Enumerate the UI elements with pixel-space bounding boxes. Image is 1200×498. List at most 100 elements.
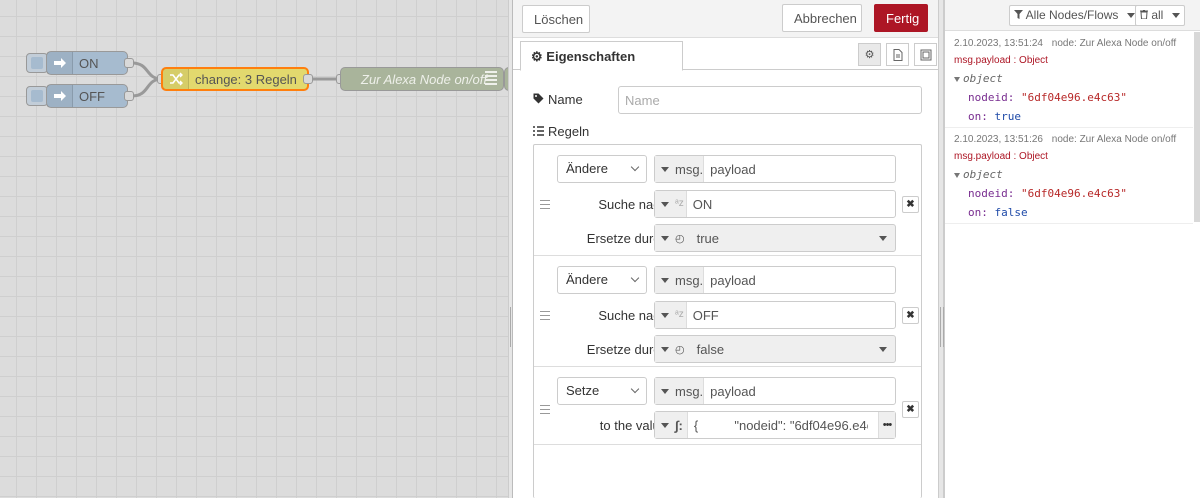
inject-node-on[interactable]: ON <box>46 51 128 75</box>
object-property: nodeid: "6df04e96.e4c63" <box>954 91 1193 104</box>
expand-editor-icon[interactable]: ••• <box>878 412 895 438</box>
string-type-icon: ᵃz <box>675 309 684 320</box>
object-header[interactable]: object <box>954 168 1193 181</box>
search-input[interactable]: ᵃz OFF <box>654 301 896 329</box>
chevron-down-icon <box>630 384 640 394</box>
clear-debug-button[interactable]: all <box>1135 5 1185 26</box>
remove-rule-button[interactable]: ✖ <box>902 307 919 324</box>
output-port[interactable] <box>124 91 134 101</box>
node-label: ON <box>79 55 99 71</box>
prop-key: on: <box>968 206 988 219</box>
replace-input[interactable]: ◴ false <box>654 335 896 363</box>
caret-down-icon <box>661 422 669 428</box>
chevron-down-icon <box>630 273 640 283</box>
trash-icon <box>1140 8 1151 22</box>
string-type-selector[interactable]: ᵃz <box>655 302 687 328</box>
debug-object: object nodeid: "6df04e96.e4c63" on: true <box>954 72 1193 123</box>
search-input[interactable]: ᵃz ON <box>654 190 896 218</box>
inject-off-button[interactable] <box>26 86 48 106</box>
drag-handle-icon[interactable] <box>540 311 550 320</box>
property-value: payload <box>710 161 756 177</box>
name-input[interactable] <box>618 86 922 114</box>
rules-list: Ändere msg. payload Suche nach ᵃz ON ✖ E… <box>533 144 922 498</box>
rule-action-select[interactable]: Ändere <box>557 155 647 183</box>
flow-canvas[interactable]: ON OFF change: 3 Regeln Zur Alexa Node o… <box>0 0 512 498</box>
drag-handle-icon[interactable] <box>540 200 550 209</box>
caret-down-icon <box>954 76 960 82</box>
appearance-tab-icon[interactable] <box>914 43 937 66</box>
msg-prefix: msg. <box>675 383 704 399</box>
value-input[interactable]: ∫: { "nodeid": "6df04e96.e4c63", ••• <box>654 411 896 439</box>
rule-property-input[interactable]: msg. payload <box>654 155 896 183</box>
edit-tray: Löschen Abbrechen Fertig ⚙ Eigenschaften… <box>512 0 938 498</box>
rule-property-input[interactable]: msg. payload <box>654 266 896 294</box>
debug-toolbar: Alle Nodes/Flows all <box>945 0 1200 31</box>
name-row: Name <box>533 92 583 107</box>
caret-down-icon <box>661 312 669 318</box>
debug-meta: 2.10.2023, 13:51:26 node: Zur Alexa Node… <box>954 134 1193 145</box>
type-selector[interactable]: msg. <box>655 267 705 293</box>
output-port[interactable] <box>303 74 313 84</box>
caret-down-icon <box>1126 13 1135 19</box>
debug-message[interactable]: 2.10.2023, 13:51:24 node: Zur Alexa Node… <box>945 32 1193 128</box>
rule-action-select[interactable]: Ändere <box>557 266 647 294</box>
debug-node-link[interactable]: node: Zur Alexa Node on/off <box>1052 134 1176 145</box>
prop-key: nodeid: <box>968 187 1015 200</box>
remove-rule-button[interactable]: ✖ <box>902 196 919 213</box>
tab-label: Eigenschaften <box>546 49 636 64</box>
chevron-down-icon <box>630 162 640 172</box>
tray-toolbar: Löschen Abbrechen Fertig <box>513 0 938 38</box>
rule-action-value: Ändere <box>566 161 608 176</box>
debug-node-link[interactable]: node: Zur Alexa Node on/off <box>1052 38 1176 49</box>
prop-value: false <box>994 206 1028 219</box>
debug-sidebar: Alle Nodes/Flows all 2.10.2023, 13:51:24… <box>944 0 1200 498</box>
type-selector[interactable]: msg. <box>655 378 705 404</box>
json-type-selector[interactable]: ∫: <box>655 412 688 438</box>
output-port[interactable] <box>124 58 134 68</box>
prop-key: nodeid: <box>968 91 1015 104</box>
property-value: payload <box>710 383 756 399</box>
caret-down-icon <box>661 346 669 352</box>
rule-action-value: Ändere <box>566 272 608 287</box>
delete-button[interactable]: Löschen <box>522 5 590 33</box>
node-label: change: 3 Regeln <box>195 71 297 87</box>
rule-item: Setze msg. payload to the value ∫: { "no… <box>534 367 921 445</box>
debug-message[interactable]: 2.10.2023, 13:51:26 node: Zur Alexa Node… <box>945 128 1193 224</box>
rule-property-input[interactable]: msg. payload <box>654 377 896 405</box>
boolean-type-selector[interactable]: ◴ <box>655 336 685 362</box>
inject-node-off[interactable]: OFF <box>46 84 128 108</box>
tray-tabs: ⚙ Eigenschaften ⚙ <box>513 40 938 71</box>
string-type-selector[interactable]: ᵃz <box>655 191 687 217</box>
done-button[interactable]: Fertig <box>874 4 928 32</box>
sidebar-scrollbar[interactable] <box>1194 32 1200 222</box>
rule-action-select[interactable]: Setze <box>557 377 647 405</box>
replace-value: false <box>696 341 725 357</box>
arrow-right-icon <box>47 85 73 107</box>
caret-down-icon <box>1171 13 1180 19</box>
remove-rule-button[interactable]: ✖ <box>902 401 919 418</box>
inject-on-button[interactable] <box>26 53 48 73</box>
debug-timestamp: 2.10.2023, 13:51:26 <box>954 134 1043 145</box>
tab-properties[interactable]: ⚙ Eigenschaften <box>520 41 683 71</box>
replace-input[interactable]: ◴ true <box>654 224 896 252</box>
description-tab-icon[interactable] <box>886 43 909 66</box>
msg-prefix: msg. <box>675 161 704 177</box>
prop-value: true <box>994 110 1022 123</box>
node-filter-button[interactable]: Alle Nodes/Flows <box>1009 5 1140 26</box>
prop-key: on: <box>968 110 988 123</box>
settings-tab-gear-icon[interactable]: ⚙ <box>858 43 881 66</box>
rule-item: Ändere msg. payload Suche nach ᵃz ON ✖ E… <box>534 145 921 256</box>
search-value: OFF <box>692 307 719 323</box>
cancel-button[interactable]: Abbrechen <box>782 4 862 32</box>
boolean-type-selector[interactable]: ◴ <box>655 225 685 251</box>
clear-label: all <box>1151 8 1164 22</box>
change-node[interactable]: change: 3 Regeln <box>161 67 309 91</box>
type-selector[interactable]: msg. <box>655 156 705 182</box>
drag-handle-icon[interactable] <box>540 405 550 414</box>
property-value: payload <box>710 272 756 288</box>
rule-action-value: Setze <box>566 383 600 398</box>
alexa-node[interactable]: Zur Alexa Node on/off <box>340 67 504 91</box>
arrow-right-icon <box>47 52 73 74</box>
filter-icon <box>1014 8 1026 22</box>
object-header[interactable]: object <box>954 72 1193 85</box>
